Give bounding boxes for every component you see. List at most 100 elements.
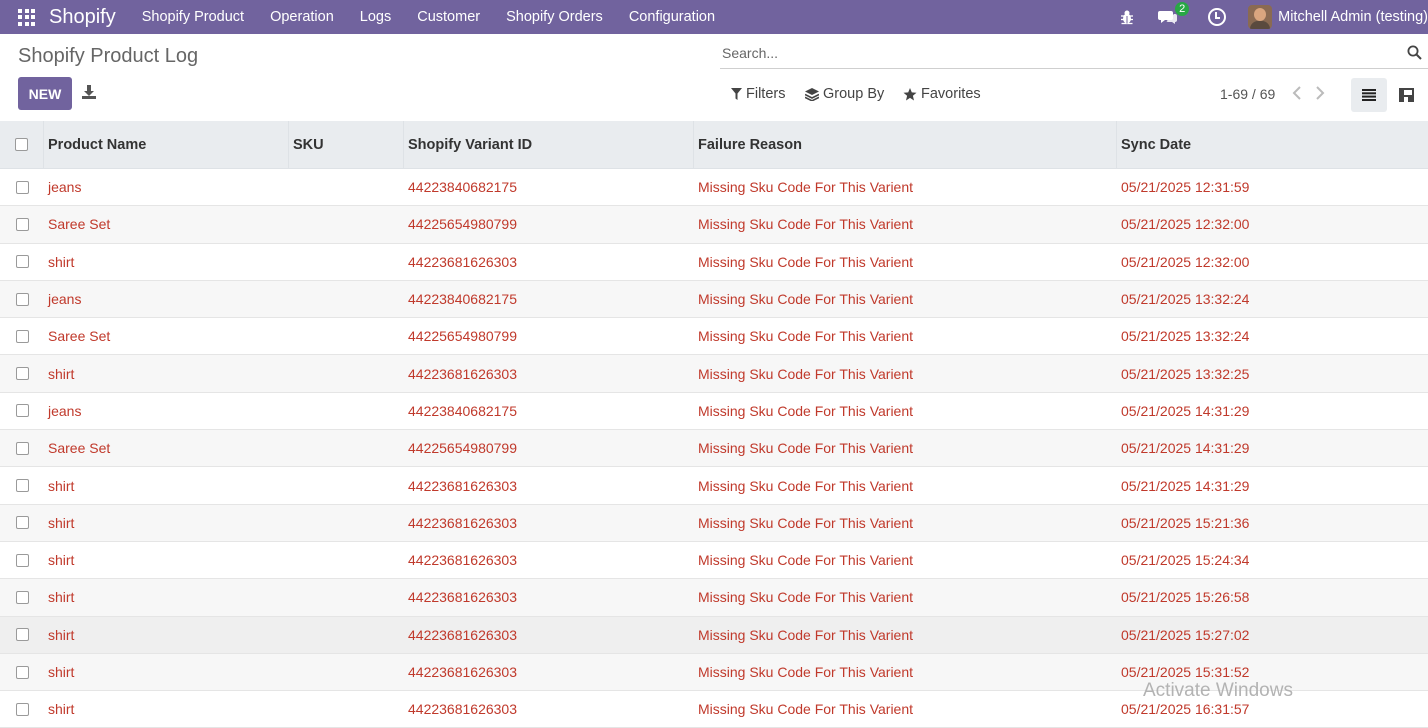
cell-failure-reason: Missing Sku Code For This Varient bbox=[698, 291, 914, 308]
download-icon[interactable] bbox=[82, 85, 96, 99]
cell-sync-date: 05/21/2025 12:31:59 bbox=[1121, 179, 1250, 196]
menu-logs[interactable]: Logs bbox=[360, 9, 391, 25]
column-failure-reason[interactable]: Failure Reason bbox=[694, 121, 1117, 169]
cell-product-name: Saree Set bbox=[48, 328, 111, 345]
search-icon[interactable] bbox=[1407, 45, 1422, 60]
cell-variant-id: 44223840682175 bbox=[408, 291, 518, 308]
table-row[interactable]: jeans 44223840682175 Missing Sku Code For … bbox=[0, 169, 1428, 207]
row-checkbox[interactable] bbox=[15, 441, 29, 455]
table-header: Product Name SKU Shopify Variant ID Fail… bbox=[0, 121, 1428, 169]
table-row[interactable]: shirt 44223681626303 Missing Sku Code For … bbox=[0, 467, 1428, 505]
column-variant-id[interactable]: Shopify Variant ID bbox=[404, 121, 694, 169]
cell-sync-date: 05/21/2025 16:31:57 bbox=[1121, 701, 1250, 718]
menu-operation[interactable]: Operation bbox=[270, 9, 334, 25]
select-all-checkbox[interactable] bbox=[15, 138, 28, 151]
menu-shopify-product[interactable]: Shopify Product bbox=[142, 9, 244, 25]
cell-failure-reason: Missing Sku Code For This Varient bbox=[698, 589, 914, 606]
cell-sync-date: 05/21/2025 15:21:36 bbox=[1121, 514, 1250, 531]
activity-clock-icon[interactable] bbox=[1208, 8, 1227, 26]
user-avatar[interactable] bbox=[1248, 5, 1273, 29]
table-row[interactable]: jeans 44223840682175 Missing Sku Code For … bbox=[0, 393, 1428, 431]
list-view-button[interactable] bbox=[1351, 78, 1387, 112]
table-row[interactable]: Saree Set 44225654980799 Missing Sku Code … bbox=[0, 318, 1428, 356]
cell-product-name: Saree Set bbox=[48, 216, 111, 233]
menu-shopify-orders[interactable]: Shopify Orders bbox=[506, 9, 603, 25]
row-checkbox[interactable] bbox=[15, 702, 29, 716]
new-button[interactable]: NEW bbox=[18, 77, 72, 110]
search-input[interactable] bbox=[722, 42, 1382, 64]
row-checkbox[interactable] bbox=[15, 404, 29, 418]
chevron-right-icon[interactable] bbox=[1313, 84, 1327, 102]
pager-value[interactable]: 1-69 / 69 bbox=[1220, 86, 1275, 102]
cell-failure-reason: Missing Sku Code For This Varient bbox=[698, 253, 914, 270]
row-select-cell bbox=[0, 590, 44, 604]
row-checkbox[interactable] bbox=[15, 479, 29, 493]
table-row[interactable]: Saree Set 44225654980799 Missing Sku Code … bbox=[0, 206, 1428, 244]
table-row[interactable]: Saree Set 44225654980799 Missing Sku Code … bbox=[0, 430, 1428, 468]
row-checkbox[interactable] bbox=[15, 180, 29, 194]
navbar-systray: 2 Mitchell Admin (testing) bbox=[1120, 0, 1428, 34]
cell-variant-id: 44223681626303 bbox=[408, 626, 518, 643]
row-checkbox[interactable] bbox=[15, 255, 29, 269]
apps-grid-icon[interactable] bbox=[18, 8, 35, 26]
row-checkbox[interactable] bbox=[15, 217, 29, 231]
table-body: jeans 44223840682175 Missing Sku Code For … bbox=[0, 169, 1428, 728]
cell-product-name: shirt bbox=[48, 477, 75, 494]
row-checkbox[interactable] bbox=[15, 292, 29, 306]
table-row[interactable]: shirt 44223681626303 Missing Sku Code For … bbox=[0, 504, 1428, 542]
cell-product-name: shirt bbox=[48, 664, 75, 680]
groupby-dropdown[interactable]: Group By bbox=[805, 86, 884, 102]
chevron-left-icon[interactable] bbox=[1290, 84, 1304, 102]
filters-dropdown[interactable]: Filters bbox=[731, 86, 785, 102]
row-checkbox[interactable] bbox=[15, 516, 29, 530]
cell-product-name: Saree Set bbox=[48, 440, 111, 457]
column-sku[interactable]: SKU bbox=[289, 121, 404, 169]
table-row[interactable]: shirt 44223681626303 Missing Sku Code For … bbox=[0, 579, 1428, 617]
messages-icon[interactable]: 2 bbox=[1158, 2, 1190, 25]
cell-sync-date: 05/21/2025 15:24:34 bbox=[1121, 552, 1250, 569]
row-checkbox[interactable] bbox=[15, 329, 29, 343]
row-checkbox[interactable] bbox=[15, 367, 29, 381]
select-all-cell bbox=[0, 121, 44, 169]
row-checkbox[interactable] bbox=[15, 628, 29, 642]
table-row[interactable]: shirt 44223681626303 Missing Sku Code For … bbox=[0, 542, 1428, 580]
menu-customer[interactable]: Customer bbox=[417, 9, 480, 25]
row-select-cell bbox=[0, 404, 44, 418]
table-row[interactable]: shirt 44223681626303 Missing Sku Code For … bbox=[0, 244, 1428, 281]
cell-failure-reason: Missing Sku Code For This Varient bbox=[698, 365, 914, 382]
favorites-dropdown[interactable]: Favorites bbox=[903, 86, 981, 102]
row-select-cell bbox=[0, 516, 44, 530]
cell-failure-reason: Missing Sku Code For This Varient bbox=[698, 514, 914, 531]
cell-failure-reason: Missing Sku Code For This Varient bbox=[698, 216, 914, 233]
table-row[interactable]: shirt 44223681626303 Missing Sku Code For … bbox=[0, 616, 1428, 654]
cell-failure-reason: Missing Sku Code For This Varient bbox=[698, 179, 914, 196]
column-product-name[interactable]: Product Name bbox=[44, 121, 289, 169]
row-select-cell bbox=[0, 441, 44, 455]
cell-product-name: shirt bbox=[48, 514, 75, 531]
cell-sync-date: 05/21/2025 13:32:24 bbox=[1121, 328, 1250, 345]
bug-icon[interactable] bbox=[1120, 9, 1134, 25]
menu-configuration[interactable]: Configuration bbox=[629, 9, 715, 25]
cell-sync-date: 05/21/2025 14:31:29 bbox=[1121, 440, 1250, 457]
column-sync-date[interactable]: Sync Date bbox=[1117, 121, 1428, 169]
cell-sync-date: 05/21/2025 12:32:00 bbox=[1121, 216, 1250, 233]
cell-failure-reason: Missing Sku Code For This Varient bbox=[698, 664, 914, 680]
user-menu-name[interactable]: Mitchell Admin (testing) bbox=[1278, 9, 1428, 25]
search-bar bbox=[720, 38, 1428, 69]
row-select-cell bbox=[0, 367, 44, 381]
kanban-view-button[interactable] bbox=[1391, 78, 1421, 112]
row-checkbox[interactable] bbox=[15, 553, 29, 567]
row-checkbox[interactable] bbox=[15, 590, 29, 604]
cell-sync-date: 05/21/2025 15:27:02 bbox=[1121, 626, 1250, 643]
cell-sync-date: 05/21/2025 12:32:00 bbox=[1121, 253, 1250, 270]
row-checkbox[interactable] bbox=[15, 665, 29, 679]
table-row[interactable]: shirt 44223681626303 Missing Sku Code For … bbox=[0, 355, 1428, 393]
cell-sync-date: 05/21/2025 13:32:24 bbox=[1121, 291, 1250, 308]
app-brand[interactable]: Shopify bbox=[49, 6, 116, 29]
cell-product-name: jeans bbox=[48, 291, 82, 308]
row-select-cell bbox=[0, 255, 44, 269]
table-row[interactable]: jeans 44223840682175 Missing Sku Code For … bbox=[0, 280, 1428, 319]
cell-variant-id: 44225654980799 bbox=[408, 440, 518, 457]
cell-product-name: shirt bbox=[48, 626, 75, 643]
row-select-cell bbox=[0, 665, 44, 679]
